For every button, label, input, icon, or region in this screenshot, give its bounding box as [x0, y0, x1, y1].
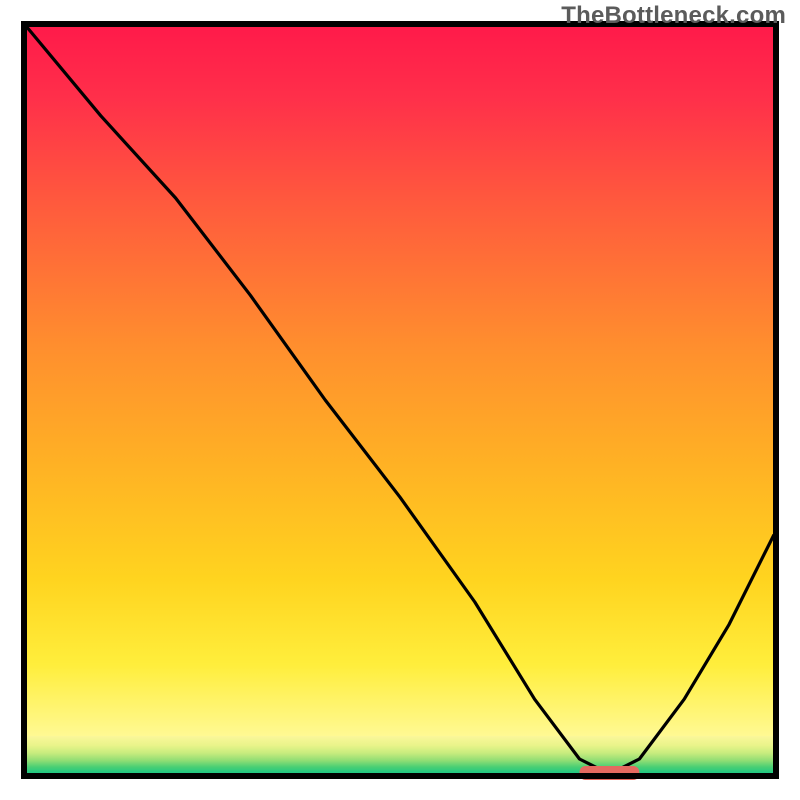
gradient-background-upper	[26, 26, 774, 736]
gradient-background-lower	[26, 736, 774, 774]
watermark-text: TheBottleneck.com	[561, 2, 786, 30]
bottleneck-chart	[0, 0, 800, 800]
chart-container: TheBottleneck.com	[0, 0, 800, 800]
plot-area	[26, 26, 774, 780]
